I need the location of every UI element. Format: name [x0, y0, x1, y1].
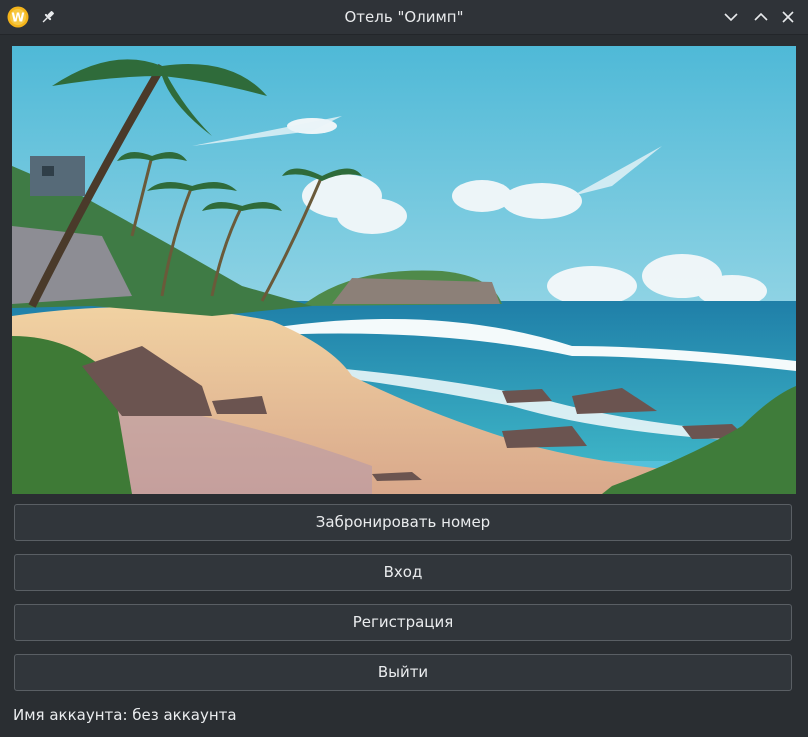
login-button[interactable]: Вход	[14, 554, 792, 591]
book-room-button[interactable]: Забронировать номер	[14, 504, 792, 541]
title-bar[interactable]: W Отель "Олимп"	[0, 0, 808, 35]
minimize-icon[interactable]	[723, 9, 739, 25]
register-button[interactable]: Регистрация	[14, 604, 792, 641]
account-status-label: Имя аккаунта: без аккаунта	[13, 706, 237, 724]
beach-illustration	[12, 46, 796, 494]
exit-button[interactable]: Выйти	[14, 654, 792, 691]
main-window: W Отель "Олимп" Забронировать номер Вход…	[0, 0, 808, 737]
close-icon[interactable]	[780, 9, 796, 25]
window-title: Отель "Олимп"	[344, 8, 464, 26]
maximize-icon[interactable]	[753, 9, 769, 25]
